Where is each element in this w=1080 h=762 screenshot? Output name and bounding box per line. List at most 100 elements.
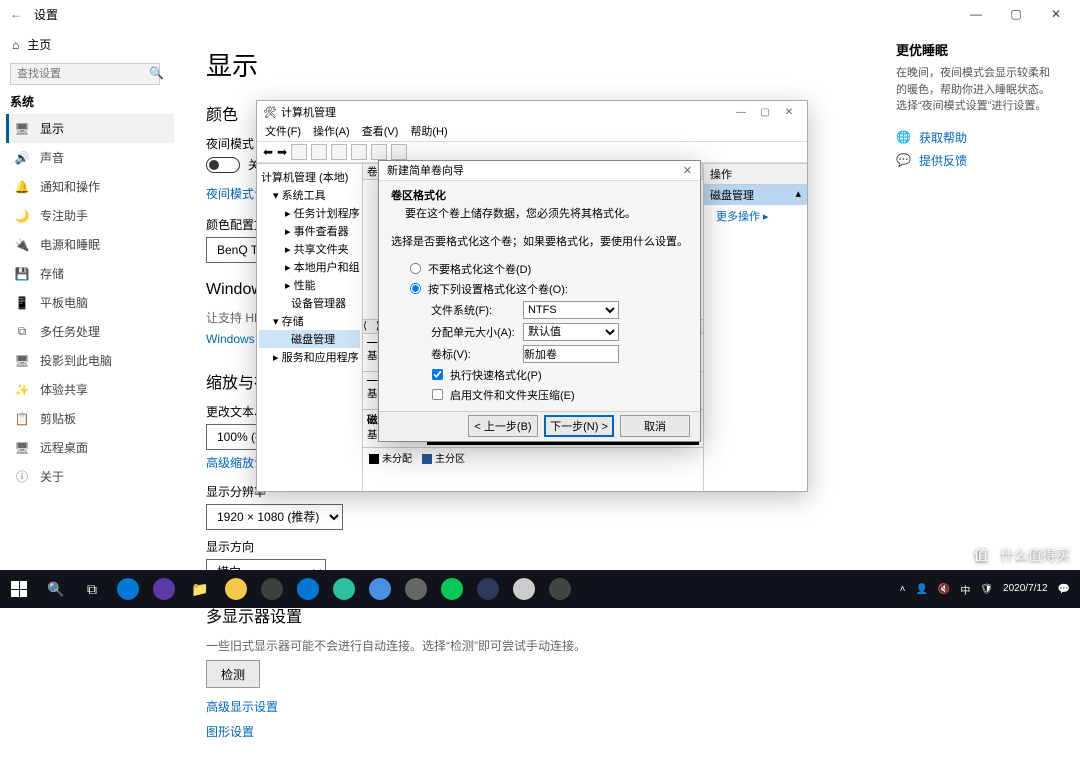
app-icon[interactable] [326,570,362,608]
sidebar-item-4[interactable]: 🔌电源和睡眠 [6,230,174,259]
radio-no-format[interactable] [410,263,421,274]
tree-storage[interactable]: ▾ 存储 [259,312,360,330]
sidebar-item-11[interactable]: 🖥远程桌面 [6,433,174,462]
app-icon[interactable] [290,570,326,608]
app-icon[interactable] [470,570,506,608]
tree-systools[interactable]: ▾ 系统工具 [259,186,360,204]
tree-diskmgmt[interactable]: 磁盘管理 [259,330,360,348]
back-button[interactable]: ← [4,2,28,26]
app-icon[interactable] [542,570,578,608]
menu-action[interactable]: 操作(A) [313,123,350,141]
radio-do-format[interactable] [410,283,421,294]
tree-event[interactable]: ▸ 事件查看器 [259,222,360,240]
sidebar-item-9[interactable]: ✨体验共享 [6,375,174,404]
search-input[interactable] [10,63,160,85]
toolbar-btn[interactable] [351,144,367,160]
sidebar-item-8[interactable]: 🖥投影到此电脑 [6,346,174,375]
tray-volume-icon[interactable]: 🔇 [938,584,950,595]
edge-icon[interactable] [110,570,146,608]
volume-label-input[interactable] [523,345,619,363]
chrome-icon[interactable] [218,570,254,608]
toolbar-btn[interactable] [371,144,387,160]
taskview-button[interactable]: ⧉ [74,570,110,608]
menu-help[interactable]: 帮助(H) [410,123,447,141]
mgmt-minimize[interactable]: — [729,102,753,122]
search-button[interactable]: 🔍 [38,570,74,608]
sidebar-item-3[interactable]: 🌙专注助手 [6,201,174,230]
tray-clock[interactable]: 2020/7/12 [1003,583,1048,595]
sidebar-icon: 🌙 [14,209,30,223]
sidebar-item-10[interactable]: 📋剪贴板 [6,404,174,433]
tree-shared[interactable]: ▸ 共享文件夹 [259,240,360,258]
get-help-link[interactable]: 🌐获取帮助 [896,129,1056,146]
menu-view[interactable]: 查看(V) [362,123,399,141]
search-icon[interactable]: 🔍 [149,66,164,80]
maximize-button[interactable]: ▢ [996,0,1036,28]
toolbar-back-icon[interactable]: ⬅ [263,145,273,159]
app-icon[interactable] [506,570,542,608]
detect-button[interactable]: 检测 [206,660,260,688]
sidebar-item-7[interactable]: ⧉多任务处理 [6,317,174,346]
mgmt-icon: 🛠 [263,106,277,119]
terminal-icon[interactable] [146,570,182,608]
sidebar-item-12[interactable]: ⓘ关于 [6,462,174,491]
tree-root[interactable]: 计算机管理 (本地) [259,168,360,186]
toolbar-btn[interactable] [331,144,347,160]
close-button[interactable]: ✕ [1036,0,1076,28]
actions-diskmgmt[interactable]: 磁盘管理▴ [704,185,807,205]
resolution-select[interactable]: 1920 × 1080 (推荐) [206,504,343,530]
wizard-close-icon[interactable]: ✕ [683,164,692,177]
tray-people-icon[interactable]: 👤 [915,584,927,595]
graphics-link[interactable]: 图形设置 [206,723,254,740]
sidebar-item-2[interactable]: 🔔通知和操作 [6,172,174,201]
tree-services[interactable]: ▸ 服务和应用程序 [259,348,360,366]
notif-icon[interactable]: 💬 [1058,584,1070,595]
mgmt-titlebar[interactable]: 🛠 计算机管理 — ▢ ✕ [257,101,807,123]
compress-label: 启用文件和文件夹压缩(E) [450,387,575,403]
mgmt-maximize[interactable]: ▢ [753,102,777,122]
mgmt-tree[interactable]: 计算机管理 (本地) ▾ 系统工具 ▸ 任务计划程序 ▸ 事件查看器 ▸ 共享文… [257,164,363,491]
wizard-titlebar[interactable]: 新建简单卷向导 ✕ [379,161,700,181]
wizard-back-button[interactable]: < 上一步(B) [468,415,538,437]
filesystem-select[interactable]: NTFS [523,301,619,319]
tray-chevron-icon[interactable]: ˄ [900,584,906,595]
tree-perf[interactable]: ▸ 性能 [259,276,360,294]
wechat-icon[interactable] [434,570,470,608]
wizard-next-button[interactable]: 下一步(N) > [544,415,614,437]
collapse-icon: ▴ [795,187,801,203]
feedback-link[interactable]: 💬提供反馈 [896,152,1056,169]
app-icon[interactable] [398,570,434,608]
sidebar-item-1[interactable]: 🔊声音 [6,143,174,172]
sidebar-icon: ✨ [14,383,30,397]
tree-users[interactable]: ▸ 本地用户和组 [259,258,360,276]
tray-ime-icon[interactable]: 中 [960,582,970,597]
tree-dev[interactable]: 设备管理器 [259,294,360,312]
adv-display-link[interactable]: 高级显示设置 [206,698,278,715]
tree-task[interactable]: ▸ 任务计划程序 [259,204,360,222]
toolbar-forward-icon[interactable]: ➡ [277,145,287,159]
start-button[interactable] [0,570,38,608]
allocation-select[interactable]: 默认值 [523,323,619,341]
toolbar-btn[interactable] [291,144,307,160]
app-icon[interactable] [362,570,398,608]
menu-file[interactable]: 文件(F) [265,123,301,141]
more-actions-link[interactable]: 更多操作 ▸ [704,205,807,227]
toolbar-btn[interactable] [391,144,407,160]
home-nav[interactable]: ⌂主页 [6,32,174,57]
wizard-body: 卷区格式化 要在这个卷上储存数据，您必须先将其格式化。 选择是否要格式化这个卷；… [379,181,700,411]
app-icon[interactable] [254,570,290,608]
sidebar-item-0[interactable]: 🖥显示 [6,114,174,143]
sidebar-item-5[interactable]: 💾存储 [6,259,174,288]
system-tray[interactable]: ˄ 👤 🔇 中 🛡 2020/7/12 💬 [900,582,1080,597]
compress-checkbox[interactable] [432,389,443,400]
minimize-button[interactable]: — [956,0,996,28]
sidebar-item-6[interactable]: 📱平板电脑 [6,288,174,317]
tray-security-icon[interactable]: 🛡 [980,584,993,595]
night-light-toggle[interactable] [206,157,240,173]
explorer-icon[interactable]: 📁 [182,570,218,608]
mgmt-close[interactable]: ✕ [777,102,801,122]
quick-format-checkbox[interactable] [432,369,443,380]
help-icon: 🌐 [896,130,911,144]
wizard-cancel-button[interactable]: 取消 [620,415,690,437]
toolbar-btn[interactable] [311,144,327,160]
